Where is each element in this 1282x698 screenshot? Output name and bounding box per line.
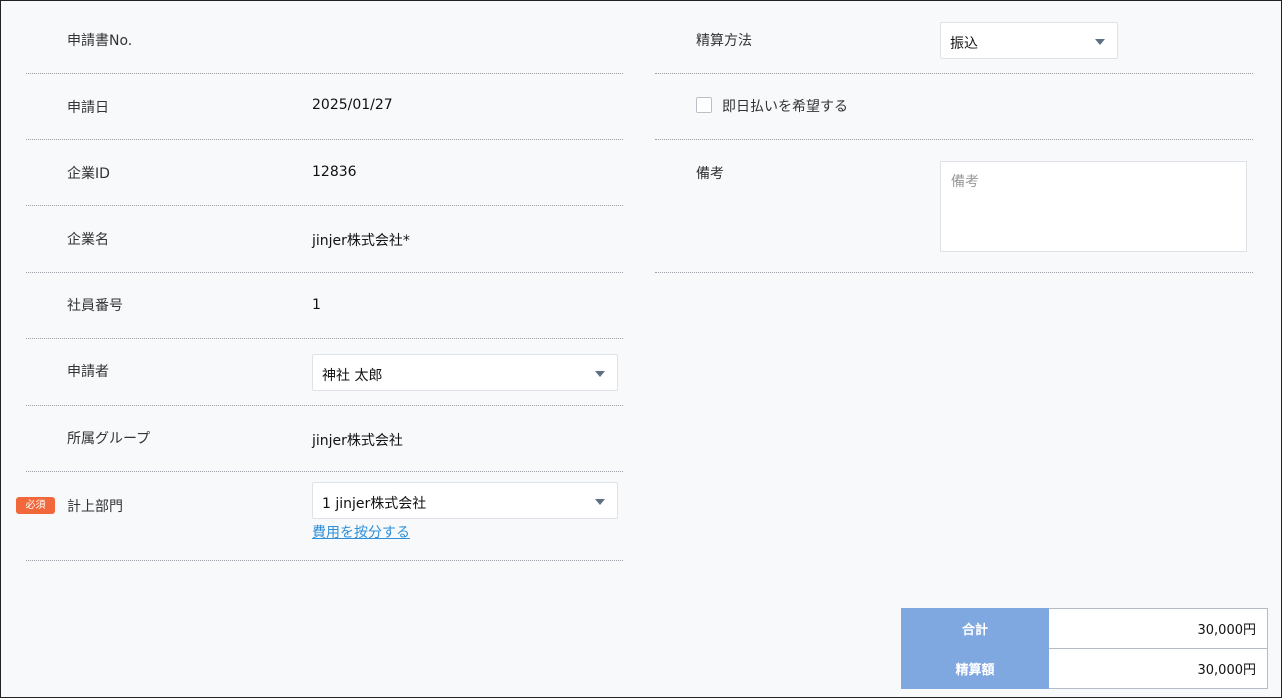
required-badge: 必須 [16, 497, 55, 514]
group-value: jinjer株式会社 [312, 433, 403, 449]
application-no-label: 申請書No. [67, 33, 133, 49]
expense-form: 申請書No. 申請日 2025/01/27 企業ID 12836 企業名 jin… [0, 0, 1282, 698]
company-name-label: 企業名 [67, 232, 109, 248]
remarks-label: 備考 [696, 166, 724, 182]
company-id-label: 企業ID [67, 166, 110, 182]
settlement-method-value: 振込 [950, 36, 978, 52]
chevron-down-icon [595, 371, 605, 377]
settlement-amount-row: 精算額 30,000円 [901, 648, 1268, 689]
application-date-label: 申請日 [67, 100, 109, 116]
chevron-down-icon [1095, 39, 1105, 45]
group-label: 所属グループ [67, 431, 151, 447]
same-day-checkbox[interactable] [696, 97, 712, 113]
applicant-label: 申請者 [67, 364, 109, 380]
allocate-cost-link[interactable]: 費用を按分する [312, 522, 410, 542]
settlement-amount-label: 精算額 [901, 648, 1049, 689]
same-day-label[interactable]: 即日払いを希望する [722, 96, 848, 116]
settlement-amount-value: 30,000円 [1048, 648, 1268, 689]
chevron-down-icon [595, 499, 605, 505]
department-label: 計上部門 [67, 499, 123, 515]
company-name-value: jinjer株式会社* [312, 233, 410, 249]
department-select[interactable]: 1 jinjer株式会社 [312, 482, 618, 519]
totals-table: 合計 30,000円 精算額 30,000円 [901, 608, 1268, 689]
total-row: 合計 30,000円 [901, 608, 1268, 649]
employee-no-label: 社員番号 [67, 298, 123, 314]
remarks-textarea[interactable] [940, 161, 1247, 252]
employee-no-value: 1 [312, 297, 321, 313]
settlement-method-select[interactable]: 振込 [940, 22, 1118, 59]
company-id-value: 12836 [312, 164, 357, 180]
settlement-method-label: 精算方法 [696, 33, 752, 49]
total-label: 合計 [901, 608, 1049, 649]
applicant-select-value: 神社 太郎 [322, 368, 383, 384]
application-date-value: 2025/01/27 [312, 97, 393, 113]
department-select-value: 1 jinjer株式会社 [322, 496, 427, 512]
total-value: 30,000円 [1048, 608, 1268, 649]
applicant-select[interactable]: 神社 太郎 [312, 354, 618, 391]
